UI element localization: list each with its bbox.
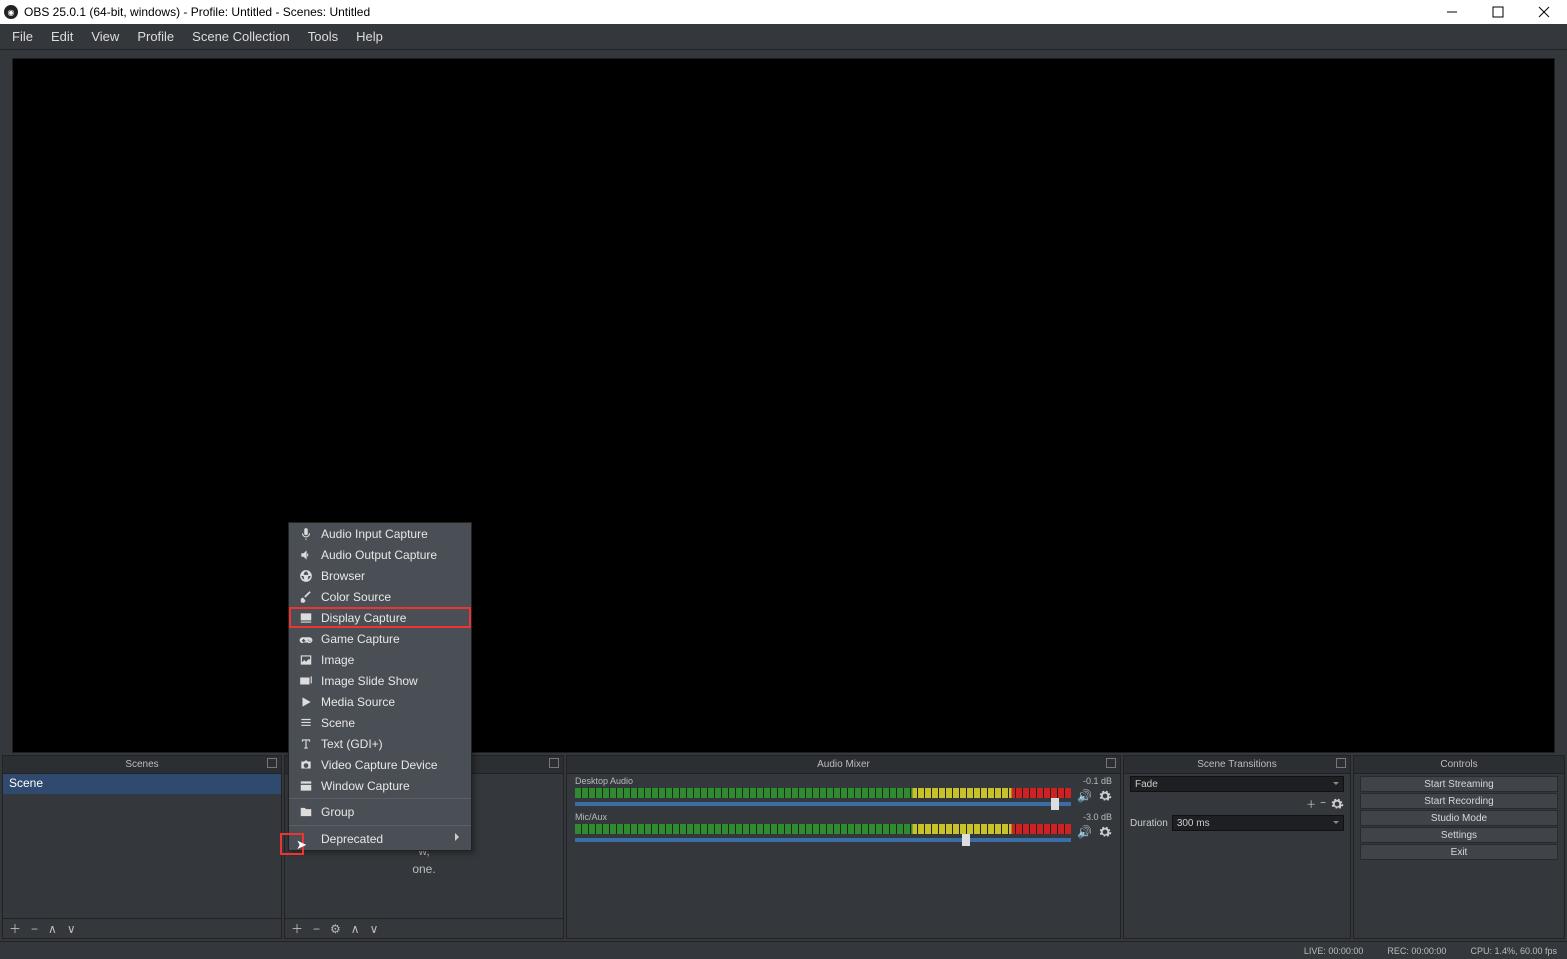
folder-icon bbox=[299, 805, 313, 819]
transition-select[interactable]: Fade bbox=[1130, 776, 1344, 792]
track-level: -3.0 dB bbox=[1083, 812, 1112, 822]
start-recording-button[interactable]: Start Recording bbox=[1360, 793, 1558, 809]
scene-remove-button[interactable]: − bbox=[31, 922, 38, 936]
window-maximize-button[interactable] bbox=[1475, 0, 1521, 24]
ctx-item-text-gdi-[interactable]: Text (GDI+) bbox=[289, 733, 471, 754]
scenes-title: Scenes bbox=[125, 759, 158, 770]
mixer-track-mic: Mic/Aux -3.0 dB 🔊 bbox=[567, 810, 1120, 846]
camera-icon bbox=[299, 758, 313, 772]
duration-label: Duration bbox=[1130, 818, 1168, 829]
transition-add-button[interactable]: ＋ bbox=[1306, 796, 1316, 811]
ctx-item-audio-output-capture[interactable]: Audio Output Capture bbox=[289, 544, 471, 565]
ctx-item-media-source[interactable]: Media Source bbox=[289, 691, 471, 712]
studio-mode-button[interactable]: Studio Mode bbox=[1360, 810, 1558, 826]
list-icon bbox=[299, 716, 313, 730]
window-minimize-button[interactable] bbox=[1429, 0, 1475, 24]
ctx-item-display-capture[interactable]: Display Capture bbox=[289, 607, 471, 628]
controls-title: Controls bbox=[1440, 759, 1477, 770]
mute-icon[interactable]: 🔊 bbox=[1077, 789, 1092, 803]
menu-profile[interactable]: Profile bbox=[129, 26, 182, 47]
exit-button[interactable]: Exit bbox=[1360, 844, 1558, 860]
brush-icon bbox=[299, 590, 313, 604]
source-remove-button[interactable]: − bbox=[313, 922, 320, 936]
audio-mixer-dock: Audio Mixer Desktop Audio -0.1 dB 🔊 Mic/A… bbox=[566, 755, 1121, 939]
status-live: LIVE: 00:00:00 bbox=[1304, 946, 1364, 956]
undock-icon[interactable] bbox=[1336, 758, 1346, 768]
undock-icon[interactable] bbox=[549, 758, 559, 768]
ctx-item-scene[interactable]: Scene bbox=[289, 712, 471, 733]
menubar: File Edit View Profile Scene Collection … bbox=[0, 24, 1567, 50]
ctx-item-browser[interactable]: Browser bbox=[289, 565, 471, 586]
track-level: -0.1 dB bbox=[1083, 776, 1112, 786]
menu-tools[interactable]: Tools bbox=[300, 26, 346, 47]
undock-icon[interactable] bbox=[1106, 758, 1116, 768]
window-close-button[interactable] bbox=[1521, 0, 1567, 24]
settings-button[interactable]: Settings bbox=[1360, 827, 1558, 843]
mic-icon bbox=[299, 527, 313, 541]
speaker-icon bbox=[299, 548, 313, 562]
window-titlebar: ◉ OBS 25.0.1 (64-bit, windows) - Profile… bbox=[0, 0, 1567, 24]
mute-icon[interactable]: 🔊 bbox=[1077, 825, 1092, 839]
add-source-context-menu: Audio Input CaptureAudio Output CaptureB… bbox=[288, 522, 472, 851]
image-icon bbox=[299, 653, 313, 667]
globe-icon bbox=[299, 569, 313, 583]
ctx-item-color-source[interactable]: Color Source bbox=[289, 586, 471, 607]
ctx-item-game-capture[interactable]: Game Capture bbox=[289, 628, 471, 649]
submenu-arrow-icon bbox=[455, 833, 463, 841]
monitor-icon bbox=[299, 611, 313, 625]
text-icon bbox=[299, 737, 313, 751]
ctx-item-video-capture-device[interactable]: Video Capture Device bbox=[289, 754, 471, 775]
ctx-item-image-slide-show[interactable]: Image Slide Show bbox=[289, 670, 471, 691]
ctx-item-audio-input-capture[interactable]: Audio Input Capture bbox=[289, 523, 471, 544]
volume-slider[interactable] bbox=[575, 838, 1071, 842]
source-add-button[interactable]: ＋ bbox=[291, 920, 303, 937]
scene-move-down-button[interactable]: ∨ bbox=[67, 922, 76, 936]
source-settings-button[interactable]: ⚙ bbox=[330, 922, 341, 936]
scene-move-up-button[interactable]: ∧ bbox=[48, 922, 57, 936]
window-title: OBS 25.0.1 (64-bit, windows) - Profile: … bbox=[24, 5, 370, 19]
scene-list-item[interactable]: Scene bbox=[3, 774, 281, 794]
mixer-title: Audio Mixer bbox=[817, 759, 870, 770]
scenes-dock: Scenes Scene ＋ − ∧ ∨ bbox=[2, 755, 282, 939]
status-bar: LIVE: 00:00:00 REC: 00:00:00 CPU: 1.4%, … bbox=[0, 941, 1567, 959]
menu-edit[interactable]: Edit bbox=[43, 26, 81, 47]
start-streaming-button[interactable]: Start Streaming bbox=[1360, 776, 1558, 792]
ctx-item-image[interactable]: Image bbox=[289, 649, 471, 670]
ctx-item-window-capture[interactable]: Window Capture bbox=[289, 775, 471, 796]
transitions-dock: Scene Transitions Fade ＋ − Duration 300 … bbox=[1123, 755, 1351, 939]
gear-icon[interactable] bbox=[1098, 789, 1112, 803]
menu-file[interactable]: File bbox=[4, 26, 41, 47]
preview-canvas[interactable] bbox=[12, 58, 1555, 753]
menu-scene-collection[interactable]: Scene Collection bbox=[184, 26, 298, 47]
menu-view[interactable]: View bbox=[83, 26, 127, 47]
window-icon bbox=[299, 779, 313, 793]
play-icon bbox=[299, 695, 313, 709]
scene-add-button[interactable]: ＋ bbox=[9, 920, 21, 937]
transition-remove-button[interactable]: − bbox=[1320, 798, 1326, 809]
volume-slider[interactable] bbox=[575, 802, 1071, 806]
undock-icon[interactable] bbox=[267, 758, 277, 768]
menu-help[interactable]: Help bbox=[348, 26, 391, 47]
track-name: Mic/Aux bbox=[575, 812, 607, 822]
mixer-track-desktop: Desktop Audio -0.1 dB 🔊 bbox=[567, 774, 1120, 810]
status-cpu: CPU: 1.4%, 60.00 fps bbox=[1470, 946, 1557, 956]
slides-icon bbox=[299, 674, 313, 688]
ctx-item-deprecated[interactable]: Deprecated bbox=[289, 825, 471, 850]
ctx-item-group[interactable]: Group bbox=[289, 798, 471, 823]
status-rec: REC: 00:00:00 bbox=[1387, 946, 1446, 956]
controls-dock: Controls Start Streaming Start Recording… bbox=[1353, 755, 1565, 939]
volume-meter bbox=[575, 788, 1071, 798]
gamepad-icon bbox=[299, 632, 313, 646]
track-name: Desktop Audio bbox=[575, 776, 633, 786]
duration-input[interactable]: 300 ms bbox=[1172, 815, 1344, 831]
transitions-title: Scene Transitions bbox=[1197, 759, 1277, 770]
source-move-down-button[interactable]: ∨ bbox=[370, 922, 379, 936]
obs-app-icon: ◉ bbox=[4, 5, 18, 19]
gear-icon[interactable] bbox=[1330, 797, 1344, 811]
source-move-up-button[interactable]: ∧ bbox=[351, 922, 360, 936]
volume-meter bbox=[575, 824, 1071, 834]
gear-icon[interactable] bbox=[1098, 825, 1112, 839]
